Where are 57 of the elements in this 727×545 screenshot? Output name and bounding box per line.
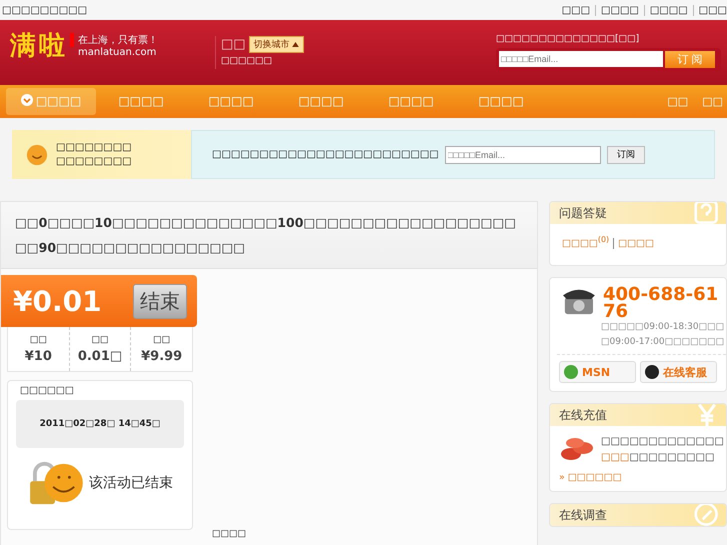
stat-value: ¥10	[24, 348, 52, 364]
card-title: 问题答疑	[559, 204, 607, 222]
site-tagline: □□□□□□□□□	[2, 4, 88, 16]
lock-smiley-icon	[27, 460, 85, 506]
subscribe-label: □□□□□□□□□□□□□□[□□]	[496, 34, 640, 44]
subscribe-button[interactable]: 订阅	[606, 146, 645, 164]
end-time: 2011□02□28□ 14□45□	[16, 400, 184, 448]
notice-text: □□□□□□□□	[56, 142, 132, 153]
city-switch-button[interactable]: 切换城市	[248, 36, 304, 53]
deal-price: ¥0.01	[13, 284, 102, 318]
nav-tab[interactable]: □□□□	[186, 88, 276, 115]
subscribe-button[interactable]: 订 阅	[665, 51, 715, 68]
top-link[interactable]: □□□	[692, 4, 727, 16]
city-name: □□	[221, 37, 246, 52]
deal-title: □□0□□□□10□□□□□□□□□□□□□□100□□□□□□□□□□□□□□□□□□□□90□□□□□□□□□□□□□□□□	[15, 214, 517, 257]
nav-tab[interactable]: □□□□	[276, 88, 366, 115]
caret-icon	[292, 42, 300, 47]
ended-text: 该活动已结束	[89, 474, 173, 492]
stat-label: □□	[30, 334, 47, 344]
exclamation-icon	[70, 32, 74, 46]
online-service-button[interactable]: 在线客服	[640, 361, 717, 384]
nav-link[interactable]: □□	[667, 95, 688, 108]
nav-tab[interactable]: □□□□	[456, 88, 546, 115]
card-title: 在线调查	[559, 506, 607, 524]
city-note: □□□□□□	[221, 56, 274, 66]
chevron-down-icon	[20, 94, 33, 106]
phone-number: 400-688-6176	[603, 286, 718, 320]
logo-text[interactable]: 满啦	[10, 28, 68, 63]
question-link[interactable]: □□□□	[613, 238, 654, 250]
stat-label: □□	[153, 334, 170, 344]
nav-link[interactable]: □□	[702, 95, 723, 108]
top-link[interactable]: □□□□	[595, 4, 639, 16]
logo-slogan: 在上海，只有票！	[78, 34, 158, 47]
stat-value: 0.01□	[78, 348, 122, 364]
recharge-link[interactable]: » □□□□□□	[559, 472, 717, 484]
logo-domain: manlatuan.com	[78, 47, 158, 58]
top-link[interactable]: □□□	[562, 4, 590, 16]
stat-label: □□	[92, 334, 109, 344]
notice-text: □□□□□□□□	[56, 156, 132, 167]
card-title: 在线充值	[559, 406, 607, 424]
service-hours: □□□□□09:00-18:30□□□□09:00-17:00□□□□□□□	[557, 320, 726, 356]
stat-value: ¥9.99	[141, 348, 182, 364]
nav-tab[interactable]: □□□□	[96, 88, 186, 115]
recharge-text: □□□□□□□□□□□□	[601, 452, 716, 463]
email-field[interactable]: □□□□□Email...	[444, 146, 601, 164]
section-label: □□□□	[212, 529, 246, 539]
notice-prompt: □□□□□□□□□□□□□□□□□□□□□□□□	[212, 149, 439, 160]
msn-button[interactable]: MSN	[559, 361, 636, 384]
ended-button[interactable]: 结束	[133, 284, 187, 318]
nav-tab[interactable]: □□□□	[6, 88, 96, 115]
smiley-icon	[26, 144, 48, 166]
time-heading: □□□□□□	[20, 385, 75, 396]
recharge-text: □□□□□□□□□□□□□	[601, 436, 724, 447]
top-link[interactable]: □□□□	[644, 4, 688, 16]
question-link[interactable]: □□□□$^{(0)}$	[562, 238, 610, 250]
nav-tab[interactable]: □□□□	[366, 88, 456, 115]
email-field[interactable]: □□□□□Email...	[499, 51, 663, 67]
